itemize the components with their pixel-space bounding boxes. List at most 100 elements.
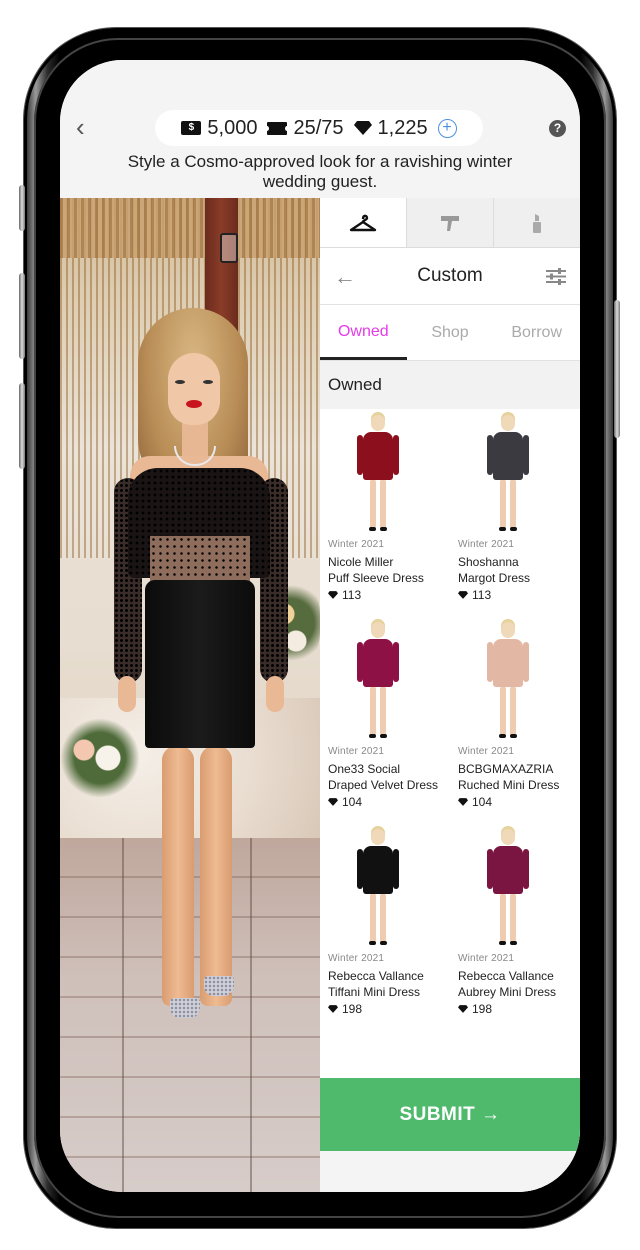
figure-leg [500, 686, 506, 736]
item-name: Draped Velvet Dress [328, 778, 439, 792]
cash-balance: $ 5,000 [181, 117, 257, 140]
item-thumbnail [480, 829, 540, 949]
item-season: Winter 2021 [328, 746, 385, 757]
ticket-balance: 25/75 [265, 116, 344, 140]
diamond-balance: 1,225 [353, 116, 428, 140]
app-screen: ‹ $ 5,000 25/75 1,225 + ? Style a Cosmo-… [60, 60, 580, 1192]
figure-arm [523, 642, 529, 682]
tab-borrow[interactable]: Borrow [493, 305, 580, 360]
diamond-icon [458, 1005, 468, 1013]
figure-leg [510, 686, 516, 736]
item-thumbnail [350, 415, 410, 535]
section-label: Owned [320, 361, 580, 409]
avatar-dress-bodice [150, 536, 250, 586]
item-thumbnail [350, 829, 410, 949]
item-brand: Shoshanna [458, 555, 519, 569]
sliders-icon[interactable] [546, 268, 566, 285]
item-brand: Rebecca Vallance [458, 969, 554, 983]
panel-footer [320, 1151, 580, 1192]
figure-shoe [369, 734, 376, 738]
item-name: Ruched Mini Dress [458, 778, 560, 792]
diamond-value: 1,225 [377, 116, 428, 139]
figure-leg [380, 479, 386, 529]
source-tabs: Owned Shop Borrow [320, 305, 580, 361]
item-card[interactable]: Winter 2021 Rebecca Vallance Aubrey Mini… [450, 823, 580, 1030]
arrow-left-icon[interactable]: ← [334, 264, 356, 290]
figure-head [371, 829, 385, 845]
figure-head [501, 622, 515, 638]
figure-dress [493, 846, 523, 894]
diamond-icon [458, 798, 468, 806]
figure-arm [393, 849, 399, 889]
tab-makeup[interactable] [493, 198, 580, 247]
avatar-eye [175, 380, 185, 384]
avatar-lips [186, 400, 202, 408]
item-card[interactable]: Winter 2021 BCBGMAXAZRIA Ruched Mini Dre… [450, 616, 580, 823]
chevron-left-icon[interactable]: ‹ [76, 114, 96, 140]
figure-arm [393, 435, 399, 475]
cash-value: 5,000 [207, 116, 258, 139]
item-card[interactable]: Winter 2021 Shoshanna Margot Dress 113 [450, 409, 580, 616]
item-season: Winter 2021 [458, 953, 515, 964]
figure-shoe [499, 527, 506, 531]
item-grid: Winter 2021 Nicole Miller Puff Sleeve Dr… [320, 409, 580, 1030]
item-season: Winter 2021 [328, 953, 385, 964]
avatar[interactable] [100, 308, 300, 1068]
submit-button[interactable]: SUBMIT → [320, 1078, 580, 1151]
item-thumbnail [480, 622, 540, 742]
figure-head [371, 622, 385, 638]
item-price-value: 198 [342, 1002, 363, 1016]
mute-switch [19, 185, 25, 231]
figure-leg [510, 479, 516, 529]
power-button [614, 300, 620, 438]
ticket-value: 25/75 [293, 116, 344, 139]
figure-shoe [369, 527, 376, 531]
item-card[interactable]: Winter 2021 Rebecca Vallance Tiffani Min… [320, 823, 450, 1030]
figure-arm [523, 849, 529, 889]
dressing-scene [60, 198, 320, 1192]
currency-bar: $ 5,000 25/75 1,225 + [155, 110, 483, 146]
figure-dress [363, 432, 393, 480]
item-price: 104 [328, 795, 362, 809]
diamond-icon [353, 121, 372, 135]
item-name: Puff Sleeve Dress [328, 571, 424, 585]
avatar-dress-skirt [145, 580, 255, 748]
item-season: Winter 2021 [328, 539, 385, 550]
question-circle-icon[interactable]: ? [549, 120, 566, 137]
tab-clothing[interactable] [320, 198, 406, 247]
item-price-value: 104 [342, 795, 363, 809]
figure-dress [363, 846, 393, 894]
avatar-leg [162, 746, 194, 1006]
background-valance [60, 198, 320, 258]
item-card[interactable]: Winter 2021 Nicole Miller Puff Sleeve Dr… [320, 409, 450, 616]
item-name: Aubrey Mini Dress [458, 985, 557, 999]
figure-shoe [369, 941, 376, 945]
tab-shop[interactable]: Shop [407, 305, 494, 360]
item-brand: One33 Social [328, 762, 401, 776]
item-price: 113 [328, 588, 361, 602]
avatar-shoe [204, 976, 234, 996]
figure-dress [493, 639, 523, 687]
figure-arm [393, 642, 399, 682]
figure-leg [510, 893, 516, 943]
figure-leg [370, 479, 376, 529]
figure-shoe [380, 941, 387, 945]
figure-shoe [510, 527, 517, 531]
figure-leg [370, 893, 376, 943]
item-price: 198 [328, 1002, 362, 1016]
figure-shoe [499, 734, 506, 738]
item-price-value: 198 [472, 1002, 493, 1016]
figure-shoe [510, 941, 517, 945]
top-bar: ‹ $ 5,000 25/75 1,225 + ? Style a Cosmo-… [60, 60, 580, 198]
figure-head [501, 829, 515, 845]
tab-hair[interactable] [406, 198, 493, 247]
category-tabs [320, 198, 580, 248]
sub-header-title: Custom [417, 265, 483, 286]
figure-shoe [380, 734, 387, 738]
avatar-face [168, 353, 220, 425]
tab-owned[interactable]: Owned [320, 305, 407, 360]
plus-circle-icon[interactable]: + [437, 118, 457, 138]
figure-head [501, 415, 515, 431]
item-card[interactable]: Winter 2021 One33 Social Draped Velvet D… [320, 616, 450, 823]
sub-header: ← Custom [320, 248, 580, 305]
